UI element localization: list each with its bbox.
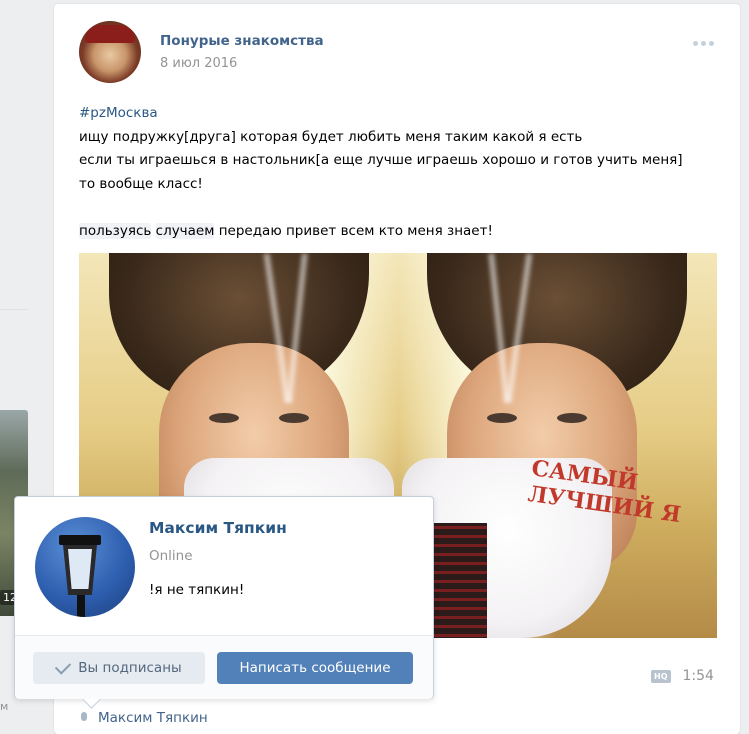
post-signer-link[interactable]: Максим Тяпкин xyxy=(98,710,208,726)
profile-name-link[interactable]: Максим Тяпкин xyxy=(149,519,287,537)
post-text-line: передаю привет всем кто меня знает! xyxy=(214,222,493,239)
sidebar-text-fragment: м xyxy=(0,700,9,713)
photo-right-half xyxy=(398,253,717,638)
checkmark-icon xyxy=(55,657,72,675)
post-text-highlight: случаем xyxy=(155,222,215,239)
author-avatar[interactable] xyxy=(79,21,141,83)
post-text: #pzМосква ищу подружку[друга] которая бу… xyxy=(79,102,719,243)
post-text-line: ищу подружку[друга] которая будет любить… xyxy=(79,128,583,145)
hq-badge: HQ xyxy=(651,669,671,683)
avatar-hat-shape xyxy=(85,25,135,43)
signer-icon xyxy=(81,712,87,721)
sidebar-divider xyxy=(0,309,28,310)
profile-popup: Максим Тяпкин Online !я не тяпкин! Вы по… xyxy=(14,496,434,709)
profile-avatar[interactable] xyxy=(35,517,135,617)
more-actions-icon[interactable] xyxy=(693,38,719,48)
send-message-button[interactable]: Написать сообщение xyxy=(217,652,413,684)
hashtag-link[interactable]: #pzМосква xyxy=(79,105,158,121)
online-status: Online xyxy=(149,548,193,564)
post-text-line: то вообще класс! xyxy=(79,175,203,192)
post-text-highlight: пользуясь xyxy=(79,222,152,239)
post-author-link[interactable]: Понурые знакомства xyxy=(160,33,324,49)
post-date[interactable]: 8 июл 2016 xyxy=(160,56,237,71)
subscribed-label: Вы подписаны xyxy=(78,660,182,676)
profile-status-text: !я не тяпкин! xyxy=(149,582,245,598)
subscribed-button[interactable]: Вы подписаны xyxy=(33,652,205,684)
video-duration: 1:54 xyxy=(682,668,714,684)
video-meta: HQ 1:54 xyxy=(651,668,714,684)
popup-actions: Вы подписаны Написать сообщение xyxy=(15,635,433,699)
post-text-line: если ты играешься в настольник[а еще луч… xyxy=(79,152,683,168)
